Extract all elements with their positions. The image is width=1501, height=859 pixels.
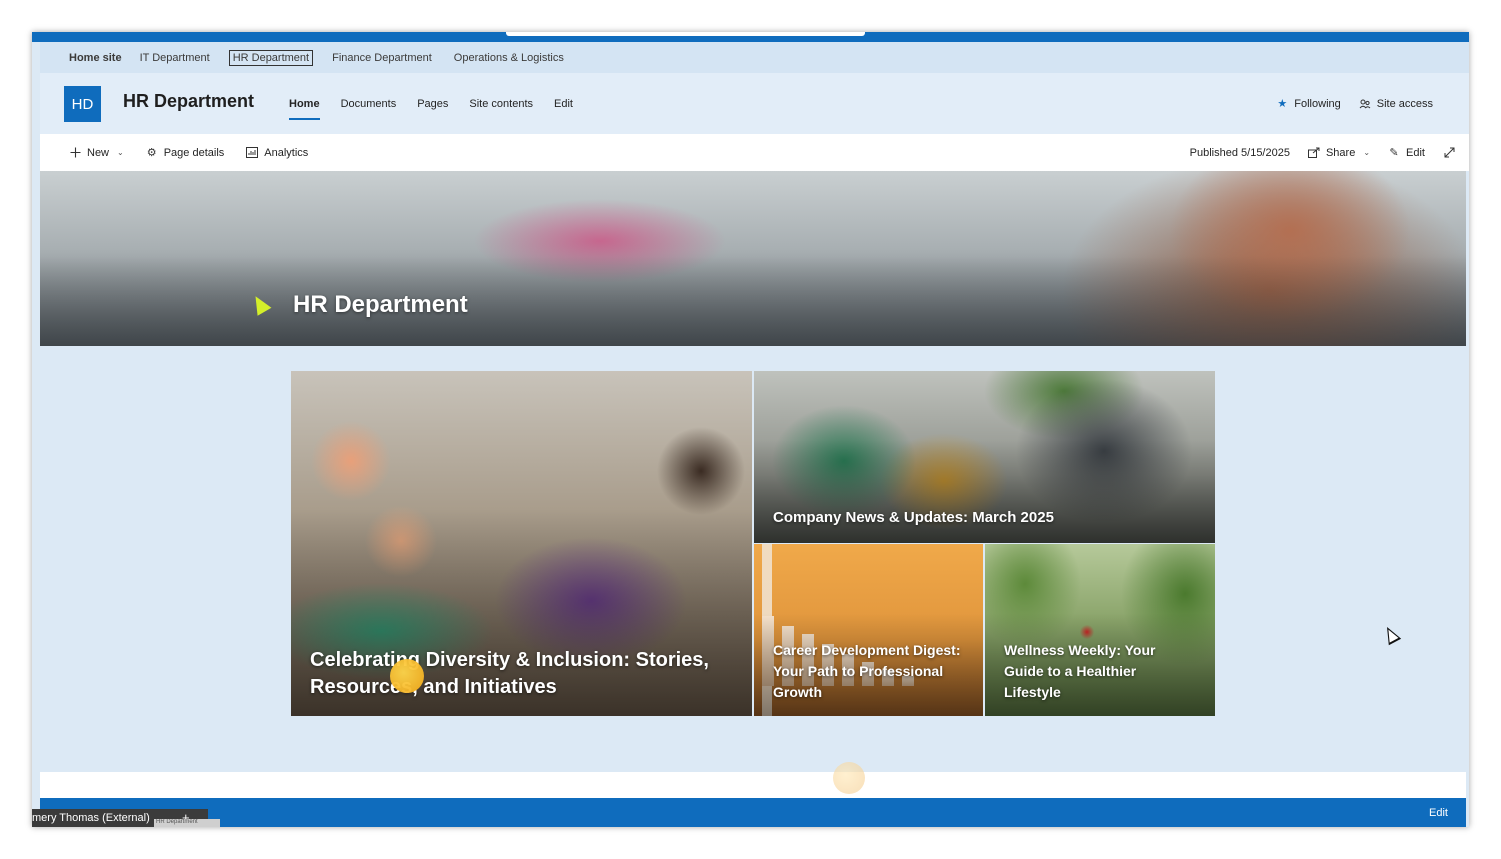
command-bar-left: New ⌄ ⚙ Page details Analytics — [69, 134, 308, 171]
participant-name: mery Thomas (External) — [32, 812, 150, 824]
people-icon — [1359, 98, 1371, 110]
nav-item-edit[interactable]: Edit — [554, 94, 573, 114]
page-details-button[interactable]: ⚙ Page details — [146, 146, 225, 160]
header-actions: ★ Following Site access — [1276, 73, 1433, 134]
pencil-icon: ✎ — [1389, 147, 1399, 159]
new-label: New — [87, 146, 110, 159]
share-button[interactable]: Share ⌄ — [1307, 146, 1371, 159]
site-title[interactable]: HR Department — [123, 91, 254, 112]
chevron-down-icon: ⌄ — [1363, 148, 1371, 157]
footer-bar: Edit — [40, 798, 1466, 827]
site-navigation: Home Documents Pages Site contents Edit — [289, 73, 594, 134]
share-label: Share — [1325, 146, 1356, 159]
hero-tile-wellness[interactable]: Wellness Weekly: Your Guide to a Healthi… — [985, 544, 1215, 716]
gear-icon: ⚙ — [146, 147, 157, 159]
clap-reaction-icon — [390, 659, 424, 693]
analytics-icon — [246, 147, 259, 159]
title-banner: HR Department — [40, 171, 1466, 346]
hub-item-it-department[interactable]: IT Department — [137, 51, 213, 65]
share-icon — [1307, 147, 1320, 159]
site-access-button[interactable]: Site access — [1359, 98, 1433, 110]
following-label: Following — [1294, 97, 1341, 110]
hero-tile-title: Celebrating Diversity & Inclusion: Stori… — [310, 649, 709, 698]
hero-tile-diversity[interactable]: Celebrating Diversity & Inclusion: Stori… — [291, 371, 752, 716]
hub-item-finance-department[interactable]: Finance Department — [329, 51, 435, 65]
browser-window: Home site IT Department HR Department Fi… — [32, 32, 1469, 827]
hero-tile-title: Career Development Digest: Your Path to … — [773, 642, 961, 700]
command-bar: New ⌄ ⚙ Page details Analytics Published… — [40, 134, 1469, 171]
participant-sub-label: HR Department — [154, 819, 220, 827]
new-button[interactable]: New ⌄ — [69, 147, 124, 159]
command-bar-right: Published 5/15/2025 Share ⌄ ✎ Edit — [1190, 134, 1455, 171]
clap-reaction-icon — [833, 762, 865, 794]
hub-navigation: Home site IT Department HR Department Fi… — [40, 42, 1469, 73]
page-details-label: Page details — [163, 146, 225, 159]
hero-tile-company-news[interactable]: Company News & Updates: March 2025 — [754, 371, 1215, 543]
star-icon: ★ — [1277, 98, 1288, 110]
tile-shade — [754, 439, 1215, 543]
nav-item-pages[interactable]: Pages — [417, 94, 448, 114]
plus-icon — [69, 147, 81, 159]
hero-tile-title: Company News & Updates: March 2025 — [773, 509, 1054, 526]
analytics-label: Analytics — [264, 146, 309, 159]
nav-item-home[interactable]: Home — [289, 94, 320, 120]
hero-web-part: Celebrating Diversity & Inclusion: Stori… — [291, 371, 1215, 716]
content-section-divider — [40, 772, 1466, 798]
hub-item-home-site[interactable]: Home site — [66, 51, 125, 65]
edit-label: Edit — [1406, 146, 1425, 159]
hub-item-hr-department[interactable]: HR Department — [228, 49, 314, 66]
following-button[interactable]: ★ Following — [1276, 97, 1341, 111]
edit-page-button[interactable]: ✎ Edit — [1388, 146, 1425, 160]
search-box-edge[interactable] — [506, 32, 865, 36]
site-header: HD HR Department Home Documents Pages Si… — [40, 73, 1469, 134]
nav-item-documents[interactable]: Documents — [341, 94, 397, 114]
site-access-label: Site access — [1376, 97, 1433, 110]
hub-item-operations-logistics[interactable]: Operations & Logistics — [451, 51, 567, 65]
expand-icon — [1443, 147, 1455, 159]
expand-button[interactable] — [1443, 147, 1455, 159]
hero-tile-title: Wellness Weekly: Your Guide to a Healthi… — [1004, 642, 1156, 700]
site-logo[interactable]: HD — [64, 86, 101, 122]
analytics-button[interactable]: Analytics — [246, 147, 308, 159]
hero-tile-career-development[interactable]: Career Development Digest: Your Path to … — [754, 544, 983, 716]
chevron-down-icon: ⌄ — [117, 148, 124, 157]
footer-edit-link[interactable]: Edit — [1429, 807, 1448, 819]
published-status: Published 5/15/2025 — [1189, 146, 1290, 159]
banner-title: HR Department — [293, 291, 468, 318]
nav-item-site-contents[interactable]: Site contents — [469, 94, 533, 114]
